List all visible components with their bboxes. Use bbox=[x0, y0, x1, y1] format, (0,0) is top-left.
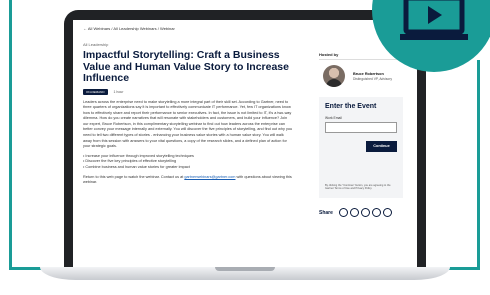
contact-email-link[interactable]: gartnerwebinars@gartner.com bbox=[184, 175, 235, 179]
breadcrumb[interactable]: ← All Webinars / All Leadership Webinars… bbox=[83, 26, 175, 31]
frame-line-left bbox=[9, 0, 12, 270]
description-paragraph: Leaders across the enterprise need to ma… bbox=[83, 99, 293, 149]
legal-text: By clicking the "Continue" button, you a… bbox=[325, 184, 391, 191]
meta-row: ON-DEMAND 1 hour bbox=[83, 88, 293, 95]
avatar bbox=[323, 65, 345, 87]
email-field[interactable] bbox=[325, 122, 397, 133]
continue-button[interactable]: Continue bbox=[366, 141, 397, 152]
laptop-notch bbox=[215, 267, 275, 271]
hosted-by-heading: Hosted by bbox=[319, 52, 339, 57]
video-play-icon bbox=[400, 0, 468, 40]
category-label: All Leadership bbox=[83, 42, 109, 47]
share-icons bbox=[339, 208, 392, 217]
form-title: Enter the Event bbox=[325, 103, 377, 110]
host-name: Bruce Robertson bbox=[353, 72, 384, 76]
host-role: Distinguished VP, Advisory bbox=[353, 77, 392, 81]
laptop-screen: ← All Webinars / All Leadership Webinars… bbox=[73, 20, 417, 267]
registration-form: Enter the Event Work Email Continue By c… bbox=[319, 97, 403, 198]
on-demand-badge: ON-DEMAND bbox=[83, 88, 108, 95]
facebook-icon[interactable] bbox=[361, 208, 370, 217]
scene: ← All Webinars / All Leadership Webinars… bbox=[0, 0, 490, 295]
list-item: • Combine business and human value stori… bbox=[83, 165, 190, 170]
duration-label: 1 hour bbox=[113, 89, 124, 94]
email-label: Work Email bbox=[325, 116, 342, 120]
frame-line-right bbox=[477, 60, 480, 270]
footer-note: Return to this web page to watch the web… bbox=[83, 175, 293, 186]
share-label: Share bbox=[319, 210, 333, 216]
copy-link-icon[interactable] bbox=[383, 208, 392, 217]
email-icon[interactable] bbox=[372, 208, 381, 217]
twitter-icon[interactable] bbox=[350, 208, 359, 217]
webinar-content: All Leadership Impactful Storytelling: C… bbox=[83, 42, 293, 190]
bullet-list: • Increase your influence through improv… bbox=[83, 154, 293, 171]
description: Leaders across the enterprise need to ma… bbox=[83, 100, 293, 186]
linkedin-icon[interactable] bbox=[339, 208, 348, 217]
divider bbox=[319, 59, 401, 60]
footer-text-pre: Return to this web page to watch the web… bbox=[83, 174, 184, 179]
page-title: Impactful Storytelling: Craft a Business… bbox=[83, 49, 289, 84]
